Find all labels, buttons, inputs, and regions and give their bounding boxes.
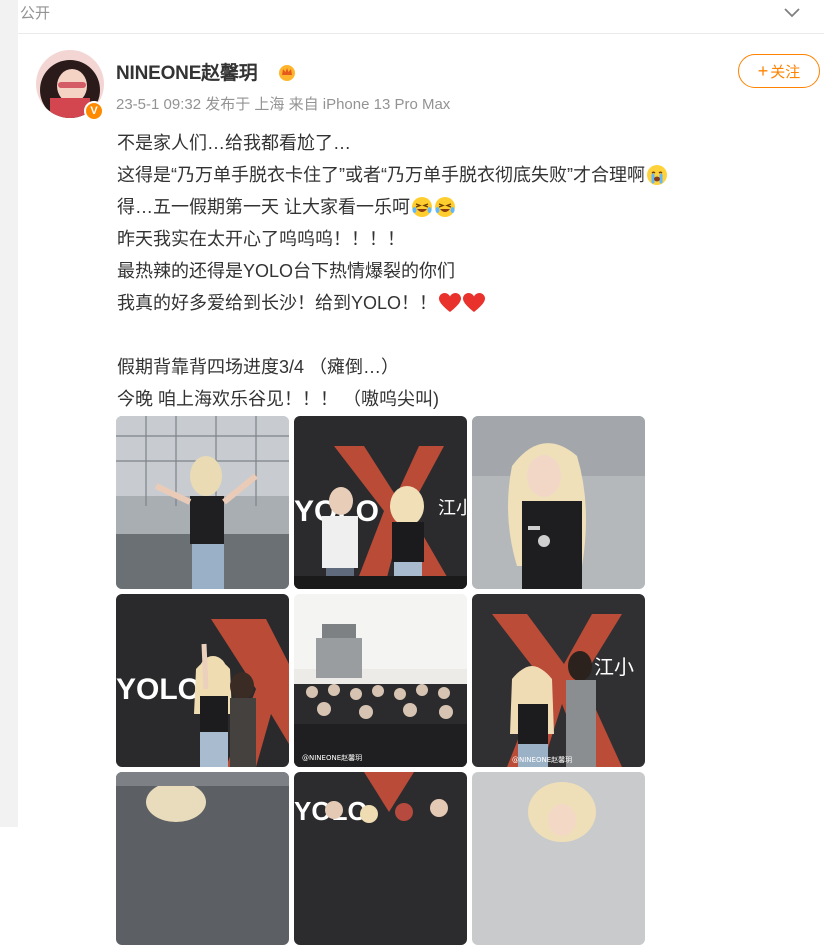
photo-thumbnail[interactable]: YOLO: [116, 594, 289, 767]
cry-emoji-icon: [646, 165, 667, 185]
post-line-3: 得…五一假期第一天 让大家看一乐呵: [117, 191, 668, 223]
post-line-5: 最热辣的还得是YOLO台下热情爆裂的你们: [117, 261, 456, 281]
verified-badge-icon: V: [84, 101, 104, 121]
heart-emoji-icon: [463, 293, 486, 312]
laugh-cry-emoji-icon: [412, 197, 432, 217]
privacy-label: 公开: [20, 4, 51, 22]
stage-sign-text: 江小: [438, 498, 467, 519]
photo-thumbnail[interactable]: [472, 772, 645, 945]
photo-thumbnail[interactable]: YOLO: [294, 772, 467, 945]
post-line-9: 今晚 咱上海欢乐谷见！！！ （嗷呜尖叫): [117, 389, 439, 409]
username[interactable]: NINEONE赵馨玥: [116, 58, 258, 85]
chevron-down-icon[interactable]: [782, 2, 802, 22]
post-meta: 23-5-1 09:32 发布于 上海 来自 iPhone 13 Pro Max: [116, 96, 451, 113]
photo-thumbnail[interactable]: [116, 772, 289, 945]
post-line-7: [117, 319, 668, 351]
plus-icon: +: [757, 60, 769, 81]
watermark-text: @NINEONE赵馨玥: [302, 753, 362, 762]
follow-label: 关注: [770, 63, 801, 81]
photo-thumbnail[interactable]: [116, 416, 289, 589]
follow-button[interactable]: + 关注: [738, 54, 820, 88]
photo-thumbnail[interactable]: [472, 416, 645, 589]
post-line-4: 昨天我实在太开心了呜呜呜！！！！: [117, 229, 405, 249]
yolo-sign: YOLO: [116, 673, 201, 706]
photo-thumbnail[interactable]: @NINEONE赵馨玥: [294, 594, 467, 767]
heart-emoji-icon: [439, 293, 462, 312]
post-line-2: 这得是“乃万单手脱衣卡住了”或者“乃万单手脱衣彻底失败”才合理啊: [117, 159, 668, 191]
laugh-cry-emoji-icon: [435, 197, 455, 217]
photo-thumbnail[interactable]: 江小 @NINEONE赵馨玥: [472, 594, 645, 767]
post-text: 不是家人们…给我都看尬了… 这得是“乃万单手脱衣卡住了”或者“乃万单手脱衣彻底失…: [117, 127, 668, 415]
post-line-1: 不是家人们…给我都看尬了…: [117, 133, 351, 153]
photo-thumbnail[interactable]: YOLO 江小: [294, 416, 467, 589]
post-line-8: 假期背靠背四场进度3/4 （瘫倒…）: [117, 357, 400, 377]
left-sidebar-strip: [0, 0, 18, 827]
crown-icon: [279, 65, 295, 81]
stage-sign-text: 江小: [594, 655, 634, 679]
post-line-6: 我真的好多爱给到长沙！给到YOLO！！: [117, 287, 668, 319]
header-divider: [18, 33, 824, 34]
watermark-text: @NINEONE赵馨玥: [512, 755, 572, 764]
